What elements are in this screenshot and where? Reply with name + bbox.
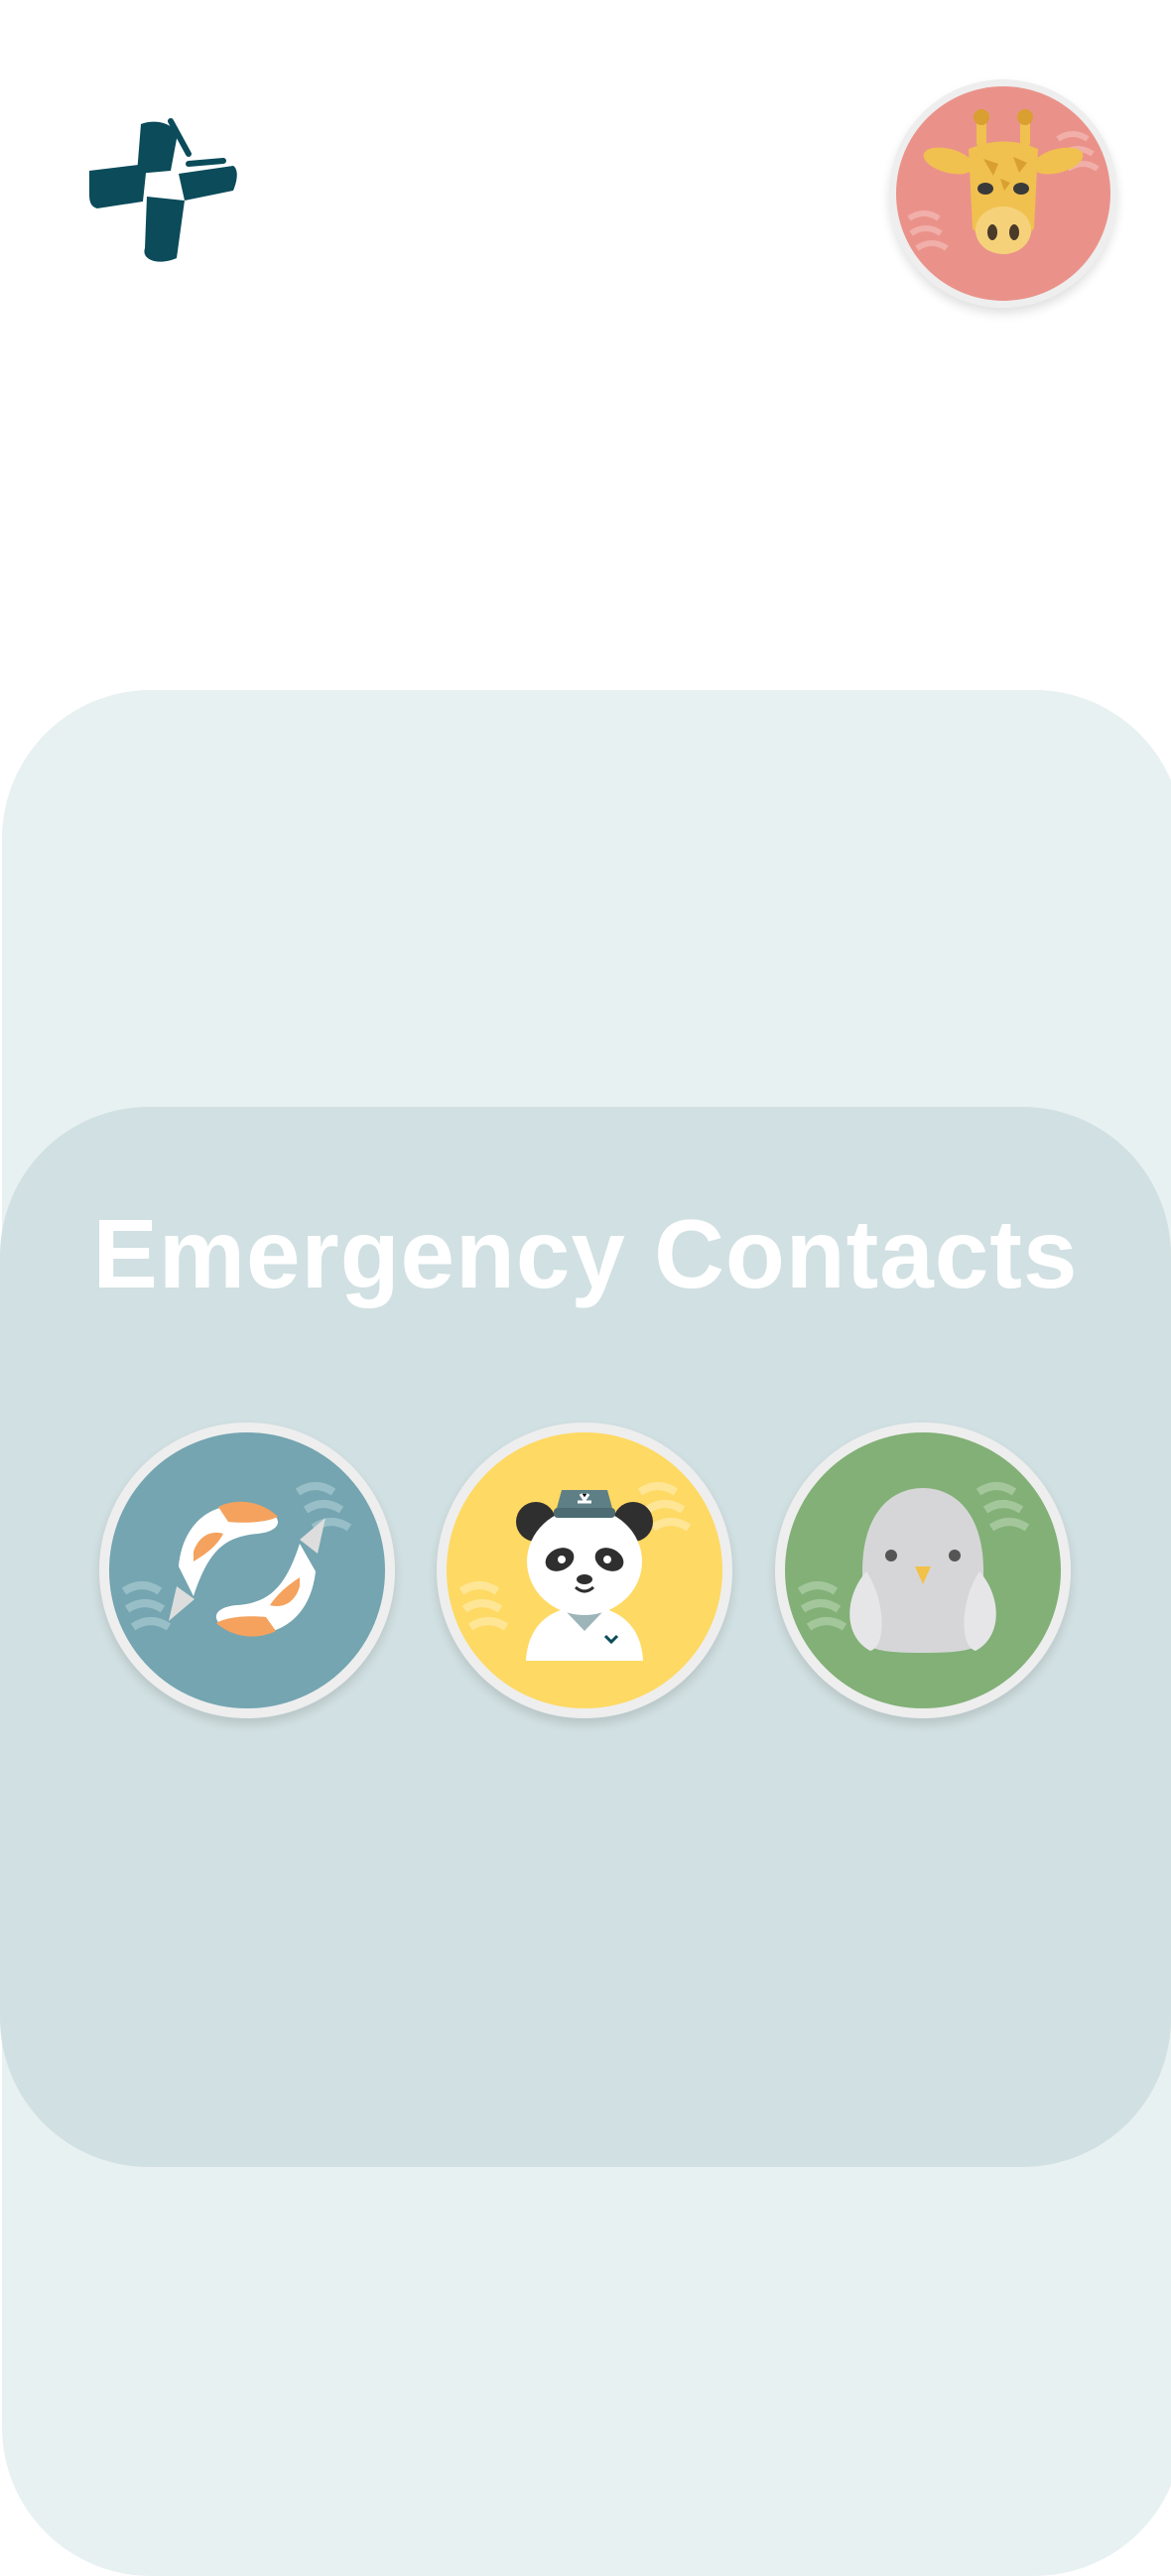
panda-doctor-icon — [437, 1423, 732, 1718]
gray-bird-icon — [775, 1423, 1071, 1718]
giraffe-icon — [889, 79, 1117, 308]
contact-avatar-bird[interactable] — [775, 1423, 1071, 1718]
profile-avatar[interactable] — [889, 79, 1117, 308]
contact-avatar-koi[interactable] — [99, 1423, 395, 1718]
contact-avatar-panda[interactable] — [437, 1423, 732, 1718]
app-logo-icon — [89, 109, 258, 278]
koi-fish-icon — [99, 1423, 395, 1718]
emergency-contacts-card: Emergency Contacts — [0, 1107, 1171, 2167]
section-title: Emergency Contacts — [92, 1199, 1079, 1308]
